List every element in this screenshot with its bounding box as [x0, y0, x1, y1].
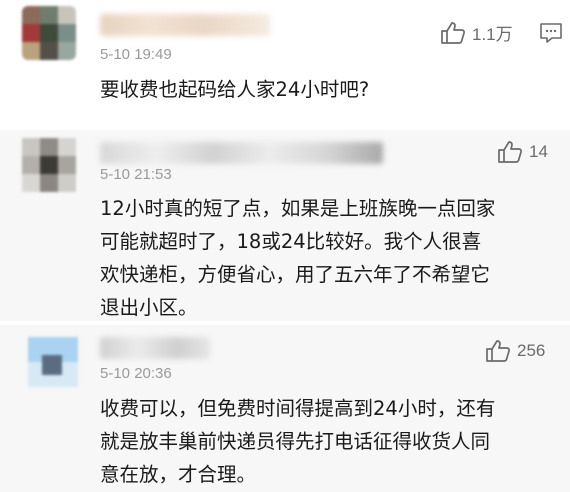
comment-icon[interactable]: [539, 22, 563, 44]
like-count: 1.1万: [472, 25, 513, 44]
comment-text: 要收费也起码给人家24小时吧?: [100, 78, 370, 101]
comment-timestamp: 5-10 19:49: [100, 46, 172, 63]
comment-item: 5-10 19:49 1.1万 要收费也起码给人家24小时吧?: [0, 0, 570, 130]
thumbs-up-icon: [498, 141, 522, 163]
comment-item: 5-10 21:53 14 12小时真的短了点，如果是上班族晚一点回家 可能就超…: [0, 130, 570, 323]
thumbs-up-icon: [486, 340, 510, 362]
avatar[interactable]: [22, 6, 76, 60]
username-blurred[interactable]: [100, 142, 383, 164]
like-button[interactable]: 1.1万: [440, 20, 513, 45]
comment-timestamp: 5-10 21:53: [100, 166, 172, 183]
comment-text: 12小时真的短了点，如果是上班族晚一点回家 可能就超时了，18或24比较好。我个…: [100, 197, 496, 319]
comment-timestamp: 5-10 20:36: [100, 365, 172, 382]
username-blurred[interactable]: [100, 337, 210, 359]
avatar[interactable]: [22, 138, 76, 192]
like-count: 256: [517, 341, 546, 360]
like-button[interactable]: 256: [485, 339, 545, 363]
comment-item: 5-10 20:36 256 收费可以，但免费时间得提高到24小时，还有 就是放…: [0, 325, 570, 492]
comment-text: 收费可以，但免费时间得提高到24小时，还有 就是放丰巢前快递员得先打电话征得收货…: [100, 397, 496, 486]
avatar[interactable]: [28, 337, 78, 387]
username-blurred[interactable]: [100, 14, 270, 36]
like-button[interactable]: 14: [497, 140, 548, 164]
like-count: 14: [529, 142, 548, 161]
thumbs-up-icon: [441, 21, 465, 44]
